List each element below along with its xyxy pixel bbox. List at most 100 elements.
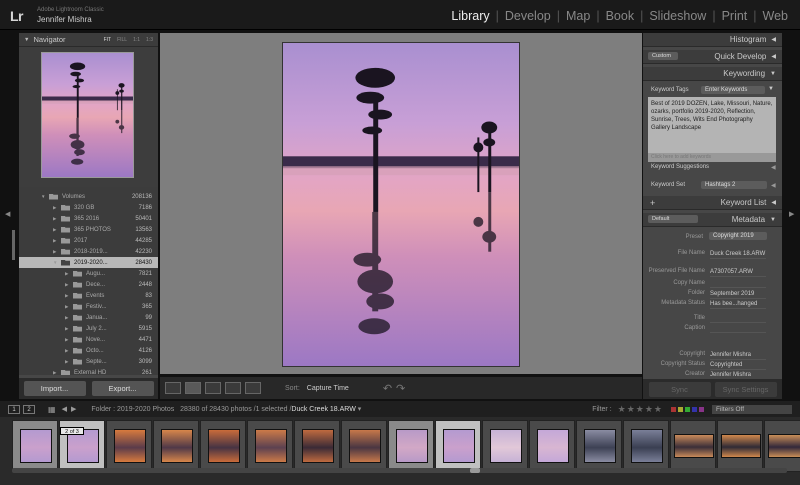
folder-row[interactable]: ▶ Events 83 bbox=[19, 290, 158, 301]
folder-row[interactable]: ▼ 2019-2020... 28430 bbox=[19, 257, 158, 268]
zoom-fit[interactable]: FIT bbox=[104, 37, 112, 43]
filmstrip-thumbnail[interactable] bbox=[623, 420, 669, 472]
navigator-preview[interactable] bbox=[19, 47, 158, 189]
expand-triangle-icon[interactable]: ▶ bbox=[65, 304, 73, 310]
navigator-thumbnail[interactable] bbox=[41, 52, 134, 178]
expand-triangle-icon[interactable]: ▶ bbox=[65, 337, 73, 343]
folder-row[interactable]: ▶ 320 GB 7186 bbox=[19, 202, 158, 213]
survey-view-button[interactable] bbox=[225, 382, 241, 394]
collapse-triangle-icon[interactable]: ▼ bbox=[41, 194, 49, 199]
plus-icon[interactable]: + bbox=[650, 198, 655, 208]
metadata-field-value[interactable] bbox=[710, 325, 766, 333]
folder-row[interactable]: ▶ Janua... 99 bbox=[19, 312, 158, 323]
module-book[interactable]: Book bbox=[600, 9, 641, 23]
keyword-set-dropdown[interactable]: Hashtags 2 bbox=[701, 181, 767, 189]
rotate-left-icon[interactable]: ↶ bbox=[383, 382, 392, 395]
filmstrip-thumbnail[interactable] bbox=[388, 420, 434, 472]
source-path[interactable]: Folder : 2019-2020 Photos 28380 of 28430… bbox=[91, 405, 361, 413]
metadata-field-value[interactable] bbox=[710, 280, 766, 288]
filmstrip-scroll-thumb[interactable] bbox=[470, 468, 480, 473]
module-library[interactable]: Library bbox=[445, 9, 495, 23]
forward-arrow-icon[interactable]: ▶ bbox=[71, 405, 76, 413]
zoom-fill[interactable]: FILL bbox=[117, 37, 127, 43]
filmstrip-thumbnail[interactable] bbox=[294, 420, 340, 472]
folder-row[interactable]: ▼ Volumes 208136 bbox=[19, 191, 158, 202]
left-panel-scrollbar[interactable] bbox=[12, 230, 15, 260]
main-photo[interactable] bbox=[282, 42, 520, 367]
color-label-filter[interactable] bbox=[671, 406, 704, 412]
loupe-view[interactable] bbox=[160, 33, 642, 374]
expand-triangle-icon[interactable]: ▶ bbox=[53, 370, 61, 376]
zoom-1-1[interactable]: 1:1 bbox=[133, 37, 140, 43]
filmstrip-thumbnail[interactable] bbox=[717, 420, 763, 472]
filmstrip-thumbnail[interactable] bbox=[106, 420, 152, 472]
folder-row[interactable]: ▶ Dece... 2448 bbox=[19, 279, 158, 290]
people-view-button[interactable] bbox=[245, 382, 261, 394]
expand-triangle-icon[interactable]: ▶ bbox=[53, 205, 61, 211]
module-develop[interactable]: Develop bbox=[499, 9, 557, 23]
sort-dropdown[interactable]: Capture Time bbox=[307, 385, 349, 392]
expand-triangle-icon[interactable]: ▶ bbox=[65, 359, 73, 365]
back-arrow-icon[interactable]: ◀ bbox=[62, 405, 67, 413]
keyword-list-header[interactable]: + Keyword List ◀ bbox=[643, 196, 782, 210]
add-keywords-field[interactable]: Click here to add keywords bbox=[648, 153, 776, 162]
stack-count-badge[interactable]: 2 of 3 bbox=[60, 427, 84, 435]
folder-row[interactable]: ▶ Septe... 3099 bbox=[19, 356, 158, 367]
folder-row[interactable]: ▶ Nove... 4471 bbox=[19, 334, 158, 345]
dropdown-triangle-icon[interactable]: ▼ bbox=[768, 86, 774, 92]
navigator-header[interactable]: ▼ Navigator FIT FILL 1:1 1:3 bbox=[19, 33, 158, 47]
expand-triangle-icon[interactable]: ▶ bbox=[65, 326, 73, 332]
histogram-header[interactable]: Histogram ◀ bbox=[643, 33, 782, 47]
folder-row[interactable]: ▶ July 2... 5915 bbox=[19, 323, 158, 334]
keyword-suggestions-label[interactable]: Keyword Suggestions bbox=[651, 164, 709, 170]
keywords-textarea[interactable]: Best of 2019 DOZEN, Lake, Missouri, Natu… bbox=[648, 97, 776, 153]
filmstrip-thumbnail[interactable] bbox=[576, 420, 622, 472]
expand-triangle-icon[interactable]: ▶ bbox=[65, 271, 73, 277]
keywording-header[interactable]: Keywording ▼ bbox=[643, 67, 782, 81]
expand-triangle-icon[interactable]: ▶ bbox=[65, 315, 73, 321]
module-map[interactable]: Map bbox=[560, 9, 596, 23]
collapse-triangle-icon[interactable]: ▼ bbox=[53, 260, 61, 265]
expand-triangle-icon[interactable]: ▶ bbox=[65, 293, 73, 299]
expand-triangle-icon[interactable]: ▶ bbox=[65, 282, 73, 288]
filmstrip-thumbnail[interactable] bbox=[670, 420, 716, 472]
module-print[interactable]: Print bbox=[716, 9, 754, 23]
grid-view-button[interactable] bbox=[165, 382, 181, 394]
folder-row[interactable]: ▶ External HD 261 bbox=[19, 367, 158, 375]
folder-row[interactable]: ▶ 2018-2019... 42230 bbox=[19, 246, 158, 257]
collapse-left-arrow-icon[interactable]: ◀ bbox=[5, 210, 10, 218]
filmstrip-thumbnail[interactable] bbox=[435, 420, 481, 472]
expand-triangle-icon[interactable]: ▶ bbox=[53, 216, 61, 222]
grid-icon[interactable]: ▦ bbox=[48, 405, 56, 414]
metadata-field-value[interactable]: A7307057.ARW bbox=[710, 268, 766, 277]
filmstrip-thumbnail[interactable] bbox=[482, 420, 528, 472]
folder-row[interactable]: ▶ Octo... 4126 bbox=[19, 345, 158, 356]
keyword-tags-dropdown[interactable]: Enter Keywords bbox=[701, 86, 765, 94]
compare-view-button[interactable] bbox=[205, 382, 221, 394]
folder-row[interactable]: ▶ Festiv... 365 bbox=[19, 301, 158, 312]
filmstrip-thumbnail[interactable] bbox=[529, 420, 575, 472]
main-screen-button[interactable]: 1 bbox=[8, 404, 20, 414]
rotate-right-icon[interactable]: ↷ bbox=[396, 382, 405, 395]
filmstrip-thumbnail[interactable] bbox=[153, 420, 199, 472]
metadata-field-value[interactable]: Duck Creek 18.ARW bbox=[710, 250, 766, 259]
filmstrip-thumbnail[interactable] bbox=[764, 420, 800, 472]
metadata-preset-dropdown[interactable]: Copyright 2019 bbox=[709, 232, 767, 240]
expand-triangle-icon[interactable]: ▶ bbox=[53, 249, 61, 255]
folder-row[interactable]: ▶ 2017 44285 bbox=[19, 235, 158, 246]
module-slideshow[interactable]: Slideshow bbox=[643, 9, 712, 23]
expand-triangle-icon[interactable]: ▶ bbox=[65, 348, 73, 354]
metadata-field-value[interactable]: Has bee...hanged bbox=[710, 300, 766, 309]
metadata-field-value[interactable]: Jennifer Mishra bbox=[710, 351, 766, 360]
loupe-view-button[interactable] bbox=[185, 382, 201, 394]
sync-settings-button[interactable]: Sync Settings bbox=[714, 381, 777, 397]
sync-button[interactable]: Sync bbox=[648, 381, 711, 397]
export-button[interactable]: Export... bbox=[91, 381, 154, 396]
filmstrip-thumbnail[interactable] bbox=[247, 420, 293, 472]
metadata-field-value[interactable]: Copyrighted bbox=[710, 361, 766, 370]
metadata-view-dropdown[interactable]: Default bbox=[648, 215, 698, 223]
folder-row[interactable]: ▶ Augu... 7821 bbox=[19, 268, 158, 279]
zoom-1-3[interactable]: 1:3 bbox=[146, 37, 153, 43]
metadata-field-value[interactable] bbox=[710, 315, 766, 323]
filmstrip-scrollbar[interactable] bbox=[12, 468, 787, 473]
